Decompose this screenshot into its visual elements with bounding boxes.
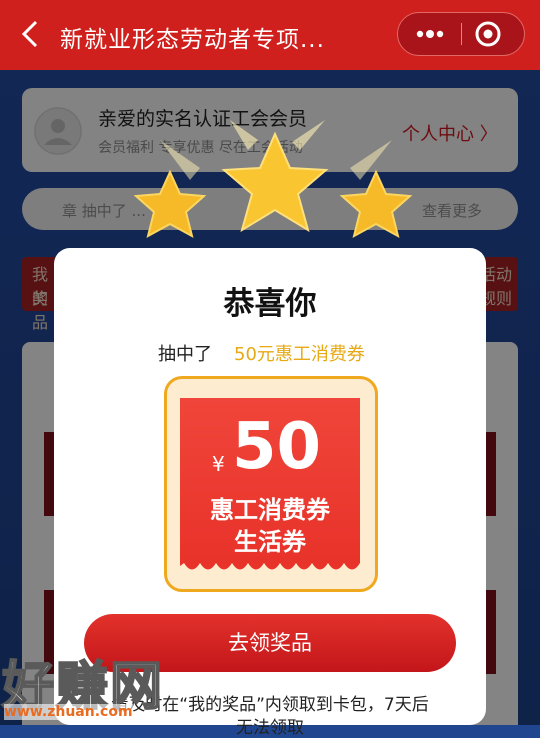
star-icon <box>339 169 413 238</box>
coupon-amount: 50 <box>232 410 322 484</box>
page-title: 新就业形态劳动者专项... <box>60 27 325 53</box>
mini-program-capsule <box>397 12 525 56</box>
back-arrow-icon[interactable] <box>18 18 46 50</box>
coupon-category: 生活券 <box>234 528 306 556</box>
capsule-divider <box>461 23 462 45</box>
dialog-title: 恭喜你 <box>223 286 317 322</box>
prize-name: 50元惠工消费券 <box>234 344 365 365</box>
coupon-type: 惠工消费券 <box>210 496 330 524</box>
more-icon[interactable] <box>412 21 448 47</box>
won-label: 抽中了 <box>158 344 212 365</box>
star-icon <box>133 169 207 238</box>
top-nav-bar: 新就业形态劳动者专项... <box>0 0 540 70</box>
stars-decoration <box>133 120 413 238</box>
watermark-url: www.zhuan.com <box>4 704 133 720</box>
close-miniprogram-icon[interactable] <box>472 19 504 49</box>
star-icon <box>221 131 329 233</box>
coupon-currency: ¥ <box>212 452 225 476</box>
